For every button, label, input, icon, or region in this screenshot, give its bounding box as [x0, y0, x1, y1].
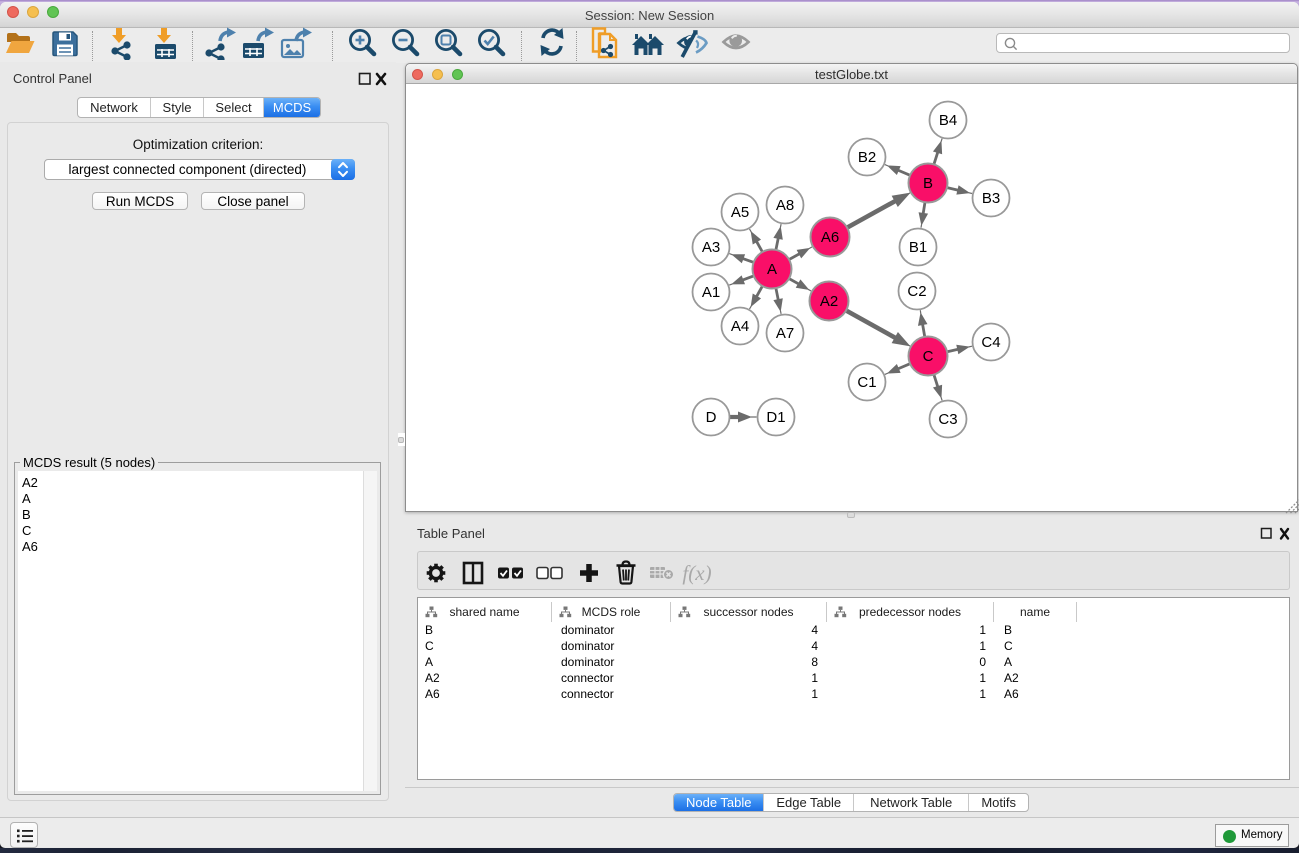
svg-text:C2: C2 — [907, 283, 926, 300]
svg-text:B1: B1 — [909, 239, 927, 256]
svg-text:A4: A4 — [731, 318, 749, 335]
svg-text:A3: A3 — [702, 239, 720, 256]
svg-text:C: C — [923, 348, 934, 365]
svg-text:C4: C4 — [981, 334, 1000, 351]
svg-text:A: A — [767, 261, 777, 278]
svg-text:A5: A5 — [731, 204, 749, 221]
svg-text:D: D — [706, 409, 717, 426]
svg-text:B: B — [923, 175, 933, 192]
svg-text:A7: A7 — [776, 325, 794, 342]
svg-text:A2: A2 — [820, 293, 838, 310]
svg-text:A8: A8 — [776, 197, 794, 214]
svg-text:C3: C3 — [938, 411, 957, 428]
svg-text:A1: A1 — [702, 284, 720, 301]
svg-text:B3: B3 — [982, 190, 1000, 207]
svg-text:A6: A6 — [821, 229, 839, 246]
svg-text:f(x): f(x) — [682, 561, 711, 585]
svg-text:C1: C1 — [857, 374, 876, 391]
svg-text:B4: B4 — [939, 112, 957, 129]
svg-text:B2: B2 — [858, 149, 876, 166]
svg-text:D1: D1 — [766, 409, 785, 426]
